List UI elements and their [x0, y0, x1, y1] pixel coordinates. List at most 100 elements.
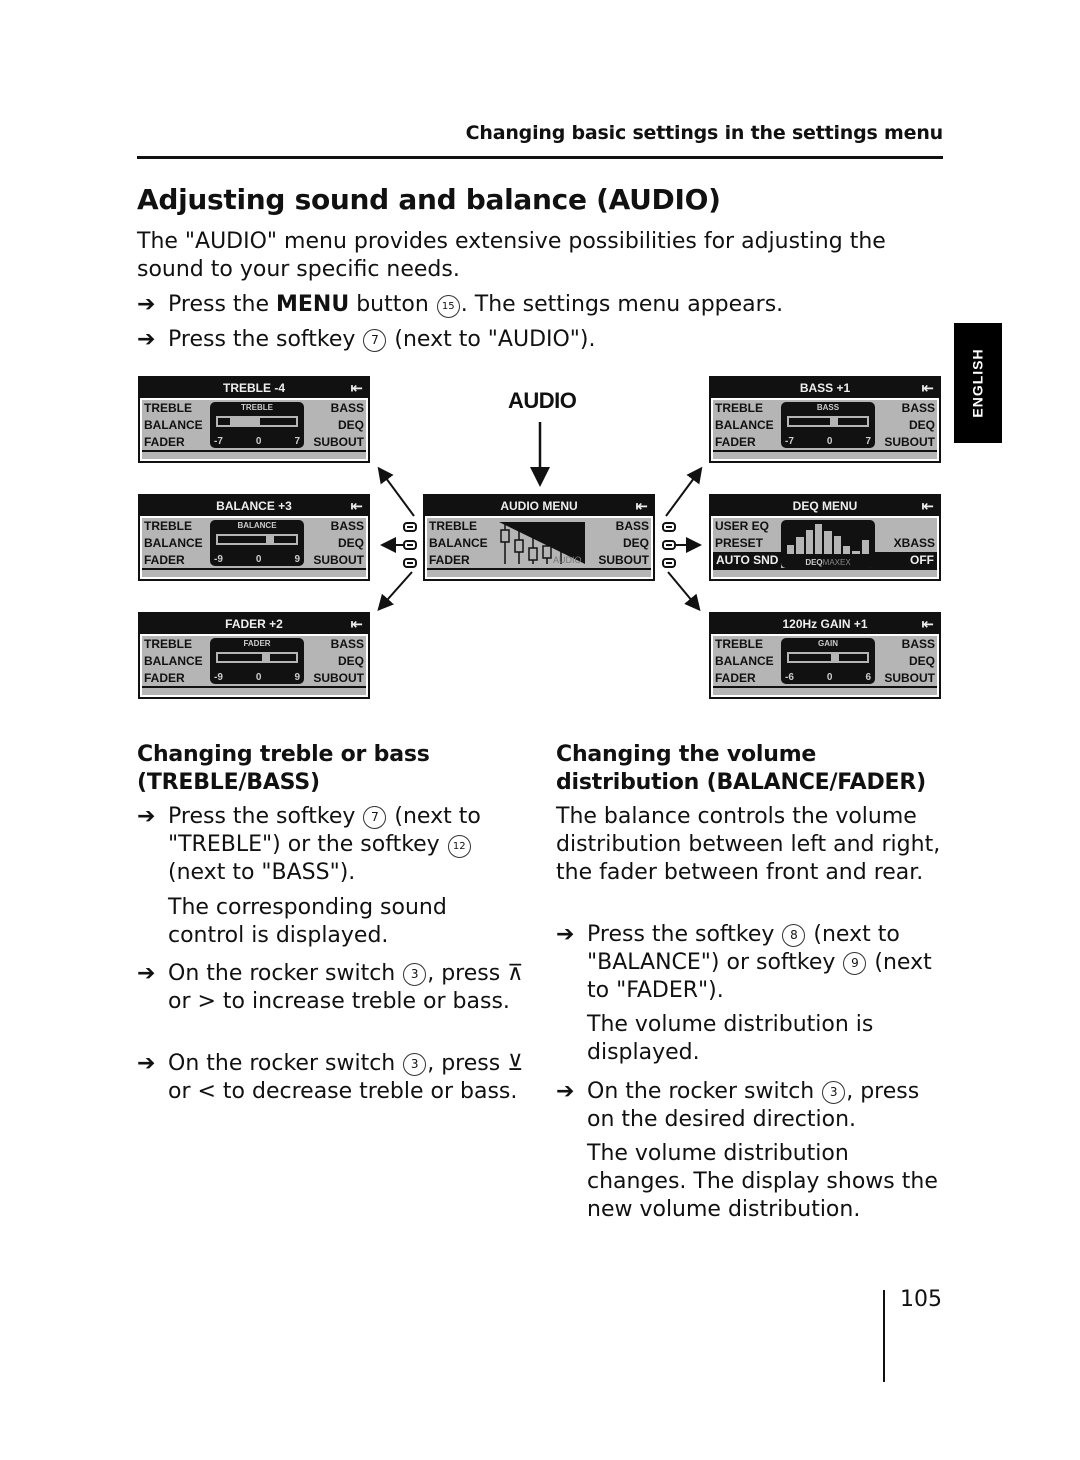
slider-fill-right: [274, 536, 296, 543]
slider-control: FADER -9 0 9: [210, 638, 304, 684]
slider-fill-right: [838, 654, 867, 661]
menu-item-deq[interactable]: DEQ: [338, 535, 364, 552]
menu-item-balance[interactable]: BALANCE: [144, 535, 203, 552]
softkey-bass[interactable]: [662, 522, 676, 532]
menu-item-fader[interactable]: FADER: [144, 670, 185, 687]
back-icon: ⇤: [921, 615, 934, 633]
menu-item-preset[interactable]: PRESET: [715, 535, 763, 552]
slider-track[interactable]: [787, 416, 869, 427]
menu-item-bass[interactable]: BASS: [331, 400, 364, 417]
eq-graphic: DEQMAXEX: [781, 520, 875, 568]
menu-item-balance[interactable]: BALANCE: [144, 653, 203, 670]
menu-item-bass[interactable]: BASS: [331, 636, 364, 653]
menu-item-bass[interactable]: BASS: [331, 518, 364, 535]
menu-item-bass[interactable]: BASS: [902, 400, 935, 417]
eq-bar: [824, 531, 832, 554]
menu-item-bass[interactable]: BASS: [616, 518, 649, 535]
menu-item-subout[interactable]: SUBOUT: [313, 670, 364, 687]
screen-title: 120Hz GAIN +1: [711, 614, 939, 634]
arrow-to-fader-icon: [377, 571, 413, 611]
menu-item-user-eq[interactable]: USER EQ: [715, 518, 769, 535]
softkey-fader[interactable]: [403, 558, 417, 568]
menu-item-fader[interactable]: FADER: [715, 670, 756, 687]
menu-item-xbass[interactable]: XBASS: [894, 535, 935, 552]
slider-fill-right: [260, 418, 296, 425]
menu-item-treble[interactable]: TREBLE: [144, 400, 192, 417]
menu-item-treble[interactable]: TREBLE: [715, 636, 763, 653]
menu-item-subout[interactable]: SUBOUT: [884, 434, 935, 451]
menu-item-treble[interactable]: TREBLE: [144, 518, 192, 535]
screen-gain: 120Hz GAIN +1 ⇤ TREBLE BALANCE FADER BAS…: [709, 612, 941, 699]
tick-zero: 0: [826, 436, 833, 447]
menu-item-subout[interactable]: SUBOUT: [313, 552, 364, 569]
eq-bar: [852, 551, 860, 554]
deq-logo-bold: DEQ: [805, 558, 823, 567]
screen-title: BALANCE +3: [140, 496, 368, 516]
slider-fill-left: [789, 418, 830, 425]
menu-item-treble[interactable]: TREBLE: [144, 636, 192, 653]
menu-item-fader[interactable]: FADER: [715, 434, 756, 451]
menu-item-fader[interactable]: FADER: [144, 552, 185, 569]
menu-item-balance[interactable]: BALANCE: [715, 417, 774, 434]
slider-control: BALANCE -9 0 9: [210, 520, 304, 566]
menu-item-bass[interactable]: BASS: [902, 636, 935, 653]
menu-item-balance[interactable]: BALANCE: [144, 417, 203, 434]
back-icon: ⇤: [350, 497, 363, 515]
slider-caption: TREBLE: [241, 403, 273, 412]
slider-track[interactable]: [216, 534, 298, 545]
slider-fill-left: [218, 418, 230, 425]
softkey-deq[interactable]: [662, 540, 676, 550]
menu-item-fader[interactable]: FADER: [144, 434, 185, 451]
tick-zero: 0: [255, 672, 262, 683]
tick-zero: 0: [255, 554, 262, 565]
arrow-to-bass-icon: [665, 466, 703, 517]
menu-item-treble[interactable]: TREBLE: [429, 518, 477, 535]
arrow-bullet-icon: ➔: [556, 1079, 575, 1104]
softkey-treble[interactable]: [403, 522, 417, 532]
heading-treble-bass: Changing treble or bass (TREBLE/BASS): [137, 742, 430, 795]
slider-track[interactable]: [216, 652, 298, 663]
menu-item-balance[interactable]: BALANCE: [429, 535, 488, 552]
eq-bar: [842, 546, 851, 554]
ref-number-icon: 7: [363, 806, 387, 829]
screen-fader: FADER +2 ⇤ TREBLE BALANCE FADER BASS DEQ…: [138, 612, 370, 699]
menu-item-subout[interactable]: SUBOUT: [313, 434, 364, 451]
slider-fill-right: [837, 418, 867, 425]
menu-item-auto-snd[interactable]: AUTO SND: [713, 552, 782, 569]
menu-item-deq[interactable]: DEQ: [338, 417, 364, 434]
heading-balance-fader: Changing the volume distribution (BALANC…: [556, 742, 926, 795]
menu-item-deq[interactable]: DEQ: [338, 653, 364, 670]
menu-item-deq[interactable]: DEQ: [909, 417, 935, 434]
menu-item-subout[interactable]: SUBOUT: [884, 670, 935, 687]
slider-fill-left: [789, 654, 831, 661]
menu-item-fader[interactable]: FADER: [429, 552, 470, 569]
menu-item-deq[interactable]: DEQ: [909, 653, 935, 670]
back-icon: ⇤: [635, 497, 648, 515]
ref-number-icon: 3: [403, 963, 427, 986]
xbass-value: OFF: [871, 552, 937, 569]
menu-item-balance[interactable]: BALANCE: [715, 653, 774, 670]
eq-bar: [814, 524, 823, 554]
slider-track[interactable]: [787, 652, 869, 663]
softkey-balance[interactable]: [403, 540, 417, 550]
screen-treble: TREBLE -4 ⇤ TREBLE BALANCE FADER BASS DE…: [138, 376, 370, 463]
rocker-down-icon: ⊻: [507, 1051, 524, 1076]
slider-track[interactable]: [216, 416, 298, 427]
slider-caption: FADER: [243, 639, 271, 648]
ref-number-icon: 3: [822, 1081, 846, 1104]
arrow-to-treble-icon: [377, 466, 415, 517]
menu-item-subout[interactable]: SUBOUT: [598, 552, 649, 569]
screen-title: DEQ MENU: [711, 496, 939, 516]
screen-title: FADER +2: [140, 614, 368, 634]
menu-item-treble[interactable]: TREBLE: [715, 400, 763, 417]
result-distribution-changes: The volume distribution changes. The dis…: [587, 1141, 938, 1222]
ref-number-icon: 12: [447, 835, 471, 858]
arrow-bullet-icon: ➔: [137, 1051, 156, 1076]
back-icon: ⇤: [921, 379, 934, 397]
menu-item-deq[interactable]: DEQ: [623, 535, 649, 552]
ref-number-icon: 8: [782, 924, 806, 947]
softkey-subout[interactable]: [662, 558, 676, 568]
slider-caption: GAIN: [818, 639, 838, 648]
back-icon: ⇤: [921, 497, 934, 515]
tick-min: -9: [214, 554, 223, 565]
